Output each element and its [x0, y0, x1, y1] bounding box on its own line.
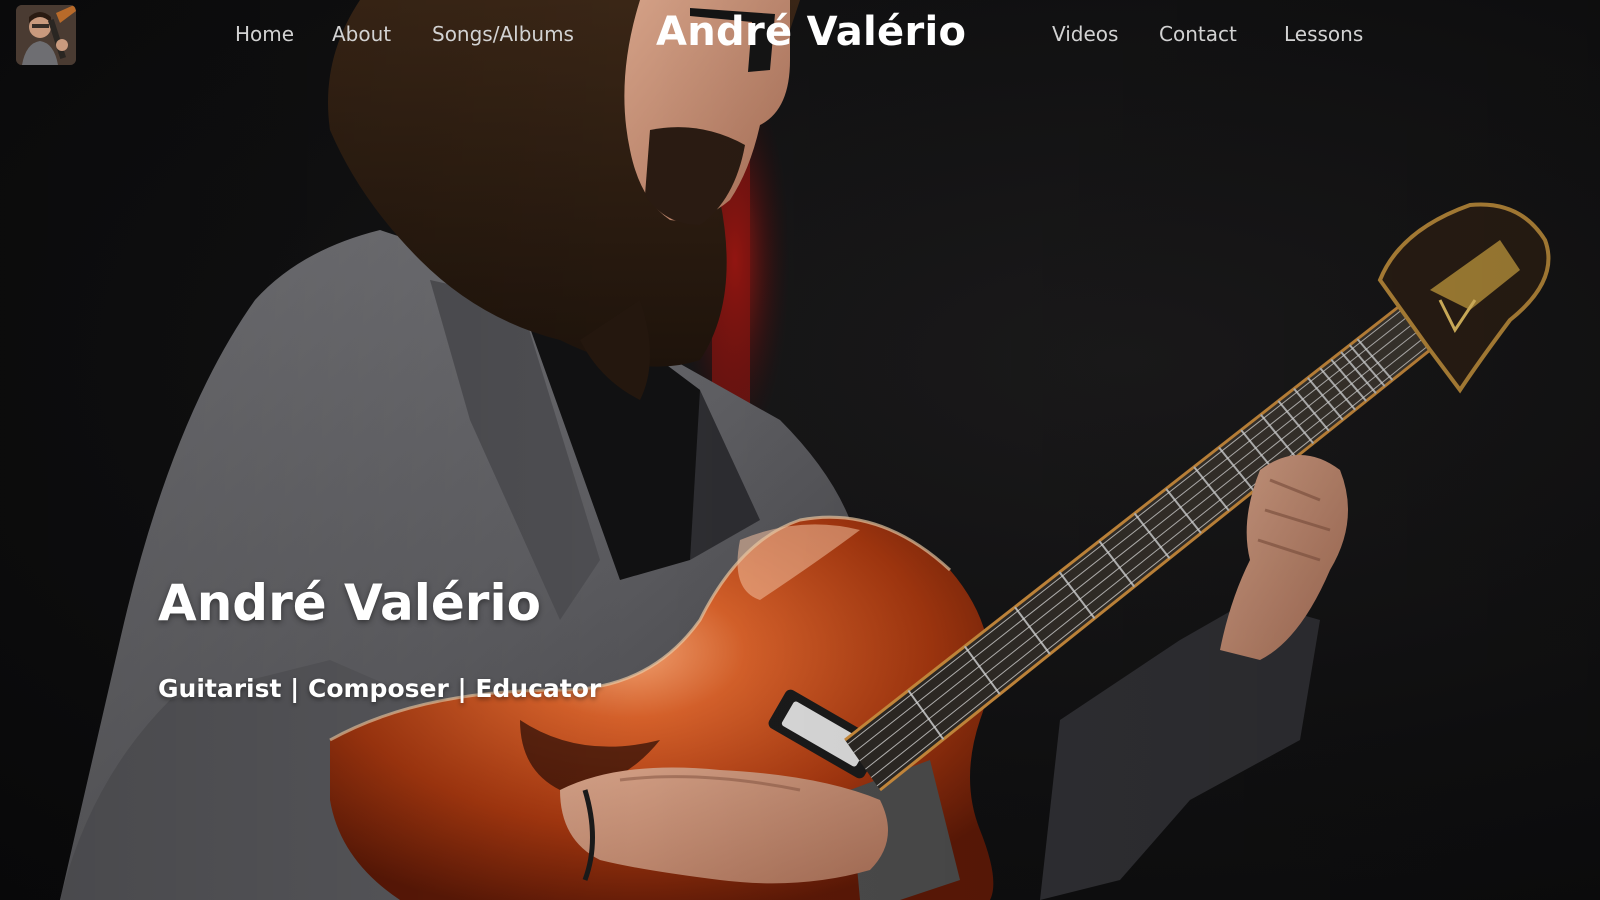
nav-contact[interactable]: Contact [1159, 22, 1237, 46]
page: Home About Songs/Albums André Valério Vi… [0, 0, 1600, 900]
hero-title: André Valério [158, 574, 541, 632]
hero-subtitle: Guitarist | Composer | Educator [158, 674, 602, 703]
logo-photo-icon [16, 5, 76, 65]
site-brand-title[interactable]: André Valério [656, 9, 966, 55]
nav-videos[interactable]: Videos [1052, 22, 1118, 46]
hero-background-photo [60, 0, 1551, 900]
nav-lessons[interactable]: Lessons [1284, 22, 1363, 46]
nav-home[interactable]: Home [235, 22, 294, 46]
site-header: Home About Songs/Albums André Valério Vi… [0, 0, 1600, 72]
nav-about[interactable]: About [332, 22, 391, 46]
site-logo[interactable] [16, 5, 76, 65]
nav-songs-albums[interactable]: Songs/Albums [432, 22, 574, 46]
